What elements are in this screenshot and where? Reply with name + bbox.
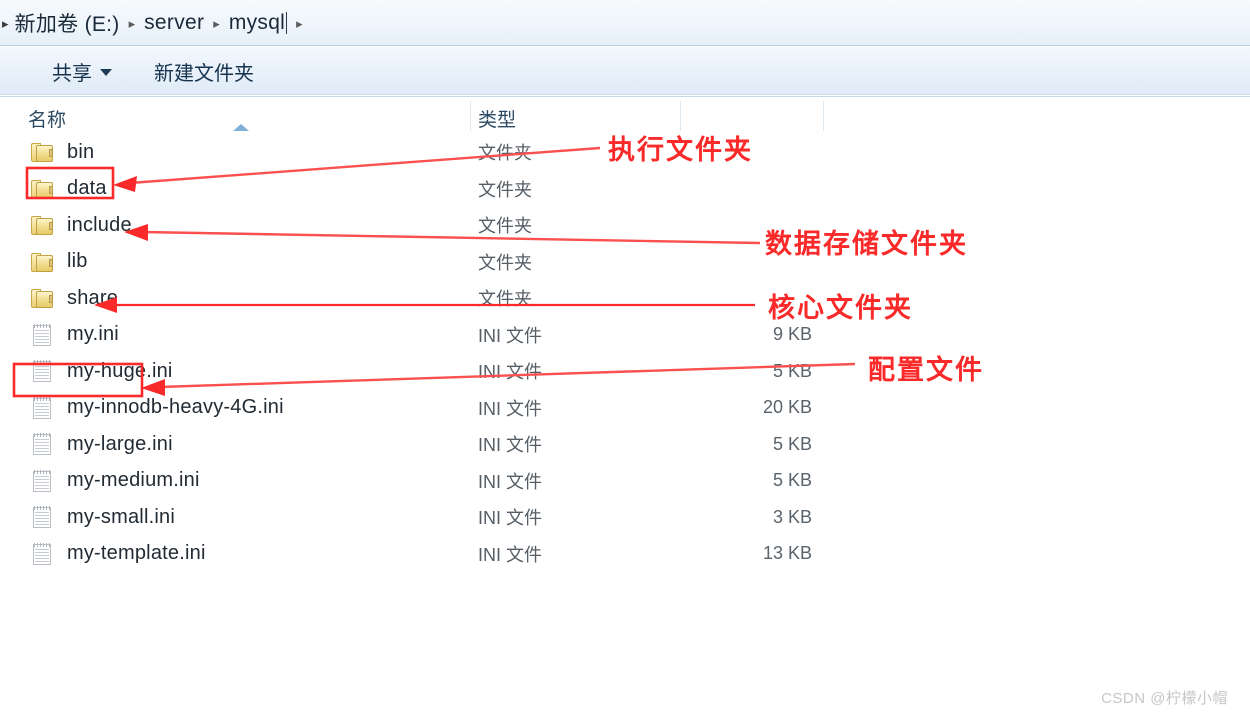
column-header-type[interactable]: 类型: [478, 105, 516, 132]
annotation-label-lib: 核心文件夹: [768, 293, 913, 324]
breadcrumb-lead-chevron-icon[interactable]: ▸: [0, 17, 15, 30]
ini-file-icon: [30, 542, 56, 566]
new-folder-button-label: 新建文件夹: [154, 62, 254, 85]
table-row[interactable]: share 文件夹: [0, 280, 1250, 317]
file-type-cell: 文件夹: [478, 143, 532, 164]
file-type-cell: INI 文件: [478, 471, 543, 492]
file-name-cell[interactable]: my-innodb-heavy-4G.ini: [30, 390, 284, 427]
file-size-cell: 3 KB: [772, 506, 812, 527]
file-name-label: my-medium.ini: [67, 469, 200, 492]
file-name-label: data: [67, 177, 107, 200]
column-separator-size-end[interactable]: [823, 101, 824, 131]
column-separator-type-size[interactable]: [680, 101, 681, 131]
file-name-label: my.ini: [67, 323, 119, 346]
table-row[interactable]: my-large.ini INI 文件 5 KB: [0, 426, 1250, 463]
file-name-cell[interactable]: lib: [30, 244, 88, 281]
file-type-cell: INI 文件: [478, 362, 543, 383]
file-type-cell: 文件夹: [478, 216, 532, 237]
watermark: CSDN @柠檬小帽: [1101, 690, 1228, 707]
breadcrumb-item-server[interactable]: server: [144, 11, 204, 35]
file-size-cell: 5 KB: [772, 433, 812, 454]
breadcrumb-chevron-icon-1[interactable]: ▸: [120, 17, 145, 30]
chevron-down-icon[interactable]: [100, 69, 112, 76]
file-type-cell: 文件夹: [478, 179, 532, 200]
file-type-cell: 文件夹: [478, 289, 532, 310]
table-row[interactable]: include 文件夹: [0, 207, 1250, 244]
file-name-label: bin: [67, 140, 95, 163]
table-row[interactable]: my-small.ini INI 文件 3 KB: [0, 499, 1250, 536]
file-name-cell[interactable]: my-large.ini: [30, 426, 173, 463]
column-separator-name-type[interactable]: [470, 101, 471, 131]
table-row[interactable]: my-innodb-heavy-4G.ini INI 文件 20 KB: [0, 390, 1250, 427]
folder-icon: [30, 177, 56, 201]
file-name-cell[interactable]: my-medium.ini: [30, 463, 200, 500]
file-type-cell: INI 文件: [478, 544, 543, 565]
file-name-label: share: [67, 286, 119, 309]
ini-file-icon: [30, 469, 56, 493]
ini-file-icon: [30, 396, 56, 420]
file-list: bin 文件夹 data 文件夹 include 文件夹 lib 文件夹 sha…: [0, 134, 1250, 572]
ini-file-icon: [30, 359, 56, 383]
file-name-label: my-template.ini: [67, 542, 206, 565]
file-name-label: lib: [67, 250, 88, 273]
annotation-label-data: 数据存储文件夹: [765, 229, 968, 260]
breadcrumb-item-mysql[interactable]: mysql: [229, 11, 285, 35]
table-row[interactable]: my-template.ini INI 文件 13 KB: [0, 536, 1250, 573]
file-name-cell[interactable]: my-template.ini: [30, 536, 206, 573]
file-type-cell: INI 文件: [478, 398, 543, 419]
annotation-label-bin: 执行文件夹: [608, 135, 753, 166]
table-row[interactable]: my.ini INI 文件 9 KB: [0, 317, 1250, 354]
file-type-cell: 文件夹: [478, 252, 532, 273]
file-name-cell[interactable]: data: [30, 171, 107, 208]
address-bar[interactable]: ▸ 新加卷 (E:) ▸ server ▸ mysql ▸: [0, 0, 1250, 46]
file-size-cell: 5 KB: [772, 360, 812, 381]
breadcrumb[interactable]: ▸ 新加卷 (E:) ▸ server ▸ mysql ▸: [0, 0, 312, 46]
file-name-label: my-huge.ini: [67, 359, 173, 382]
breadcrumb-item-drive[interactable]: 新加卷 (E:): [15, 8, 120, 38]
file-name-label: my-small.ini: [67, 505, 175, 528]
file-name-label: my-innodb-heavy-4G.ini: [67, 396, 284, 419]
annotation-label-my-ini: 配置文件: [868, 355, 984, 386]
toolbar: 共享 新建文件夹: [0, 47, 1250, 95]
file-type-cell: INI 文件: [478, 435, 543, 456]
sort-ascending-icon: [233, 124, 249, 131]
breadcrumb-chevron-icon-3[interactable]: ▸: [287, 17, 312, 30]
ini-file-icon: [30, 505, 56, 529]
file-explorer-window: ▸ 新加卷 (E:) ▸ server ▸ mysql ▸ 共享 新建文件夹 名…: [0, 0, 1250, 720]
file-size-cell: 13 KB: [762, 543, 812, 564]
ini-file-icon: [30, 432, 56, 456]
file-name-label: my-large.ini: [67, 432, 173, 455]
file-name-cell[interactable]: bin: [30, 134, 94, 171]
table-row[interactable]: my-medium.ini INI 文件 5 KB: [0, 463, 1250, 500]
file-name-cell[interactable]: share: [30, 280, 118, 317]
file-type-cell: INI 文件: [478, 325, 543, 346]
folder-icon: [30, 250, 56, 274]
file-size-cell: 5 KB: [772, 470, 812, 491]
folder-icon: [30, 286, 56, 310]
table-row[interactable]: lib 文件夹: [0, 244, 1250, 281]
file-name-cell[interactable]: my-huge.ini: [30, 353, 173, 390]
table-row[interactable]: data 文件夹: [0, 171, 1250, 208]
table-row[interactable]: my-huge.ini INI 文件 5 KB: [0, 353, 1250, 390]
share-button-label: 共享: [52, 62, 92, 85]
breadcrumb-chevron-icon-2[interactable]: ▸: [204, 17, 229, 30]
file-name-cell[interactable]: include: [30, 207, 132, 244]
file-size-cell: [690, 171, 812, 208]
folder-icon: [30, 213, 56, 237]
new-folder-button[interactable]: 新建文件夹: [150, 55, 258, 88]
ini-file-icon: [30, 323, 56, 347]
folder-icon: [30, 140, 56, 164]
file-name-cell[interactable]: my-small.ini: [30, 499, 175, 536]
column-header-name[interactable]: 名称: [28, 105, 66, 132]
file-name-cell[interactable]: my.ini: [30, 317, 119, 354]
file-size-cell: 20 KB: [762, 397, 812, 418]
file-type-cell: INI 文件: [478, 508, 543, 529]
share-button[interactable]: 共享: [48, 55, 116, 88]
file-name-label: include: [67, 213, 132, 236]
